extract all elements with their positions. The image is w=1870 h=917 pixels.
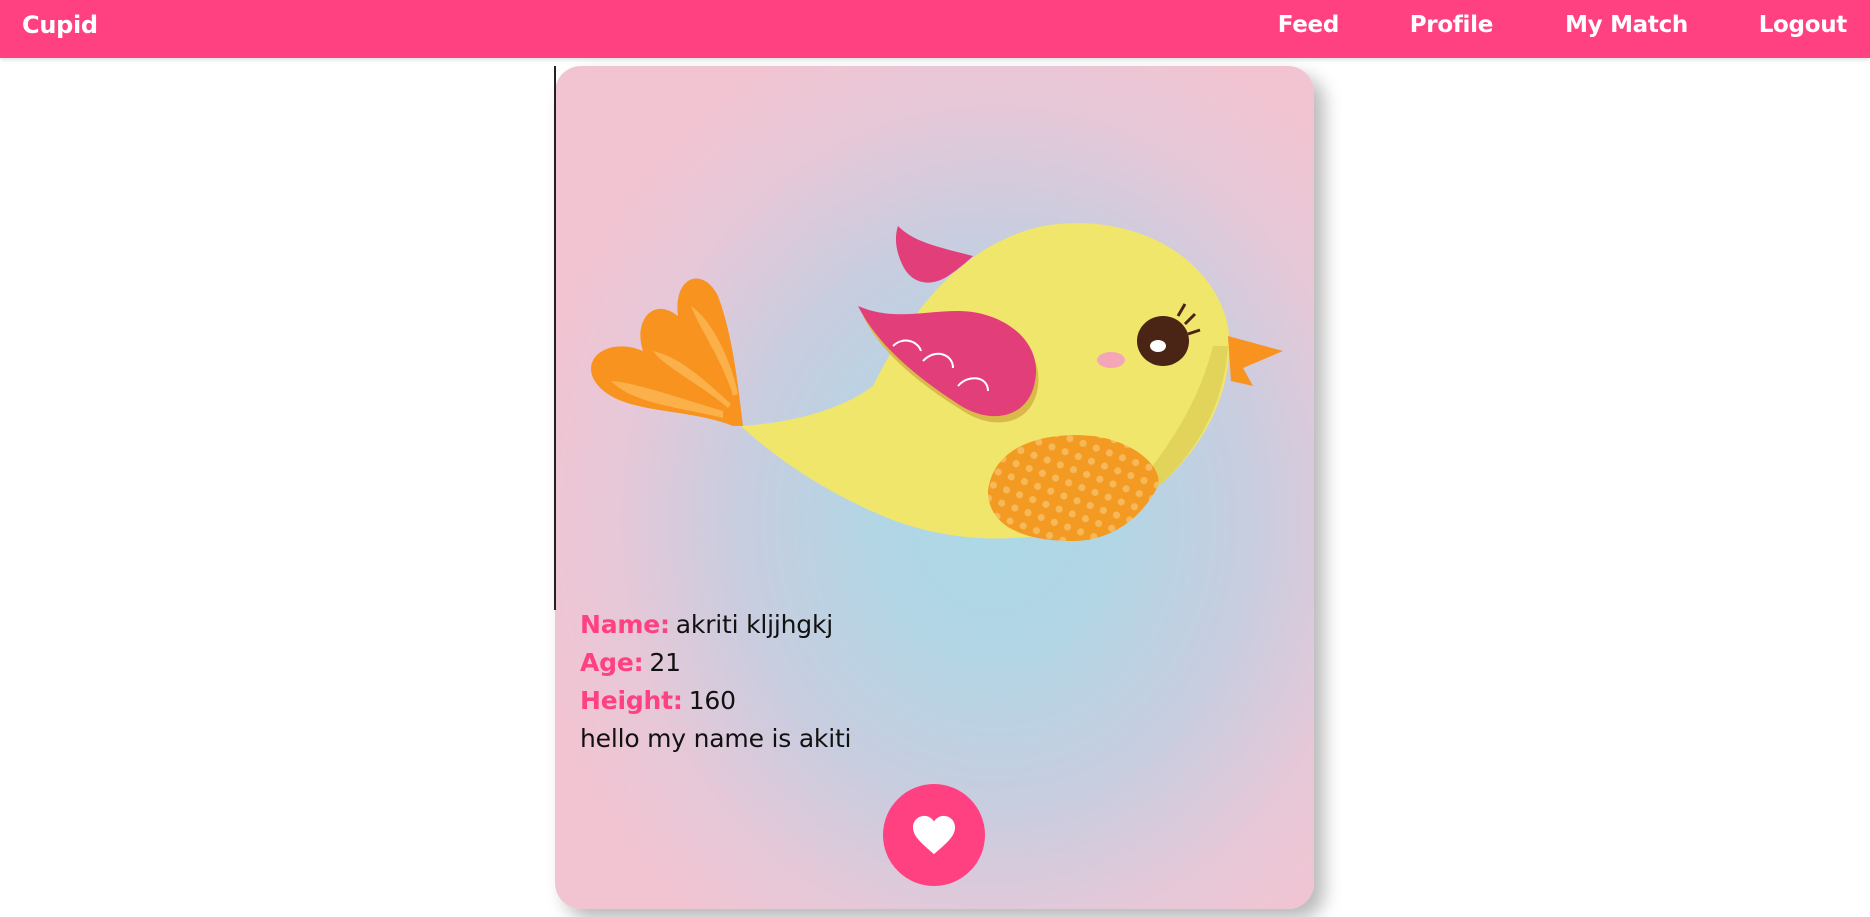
card-edge-line	[554, 66, 556, 610]
bird-beak	[1228, 336, 1283, 386]
like-button[interactable]	[883, 784, 985, 886]
name-row: Name: akriti kljjhgkj	[580, 606, 851, 644]
heart-icon	[913, 815, 955, 855]
height-row: Height: 160	[580, 682, 851, 720]
bird-belly	[988, 435, 1159, 541]
top-navbar: Cupid Feed Profile My Match Logout	[0, 0, 1870, 58]
nav-feed[interactable]: Feed	[1278, 0, 1340, 50]
nav-logout[interactable]: Logout	[1759, 0, 1848, 50]
brand-logo[interactable]: Cupid	[22, 0, 98, 50]
name-label: Name:	[580, 610, 670, 639]
height-label: Height:	[580, 686, 683, 715]
age-label: Age:	[580, 648, 644, 677]
age-row: Age: 21	[580, 644, 851, 682]
height-value: 160	[688, 686, 736, 715]
nav-my-match[interactable]: My Match	[1565, 0, 1688, 50]
profile-card: Name: akriti kljjhgkj Age: 21 Height: 160 h…	[555, 66, 1314, 909]
bird-tail	[591, 278, 743, 426]
name-value: akriti kljjhgkj	[675, 610, 833, 639]
nav-profile[interactable]: Profile	[1410, 0, 1494, 50]
age-value: 21	[649, 648, 681, 677]
profile-details: Name: akriti kljjhgkj Age: 21 Height: 160 h…	[580, 606, 852, 758]
bio-text: hello my name is akiti	[580, 724, 852, 753]
profile-photo	[591, 223, 1283, 541]
